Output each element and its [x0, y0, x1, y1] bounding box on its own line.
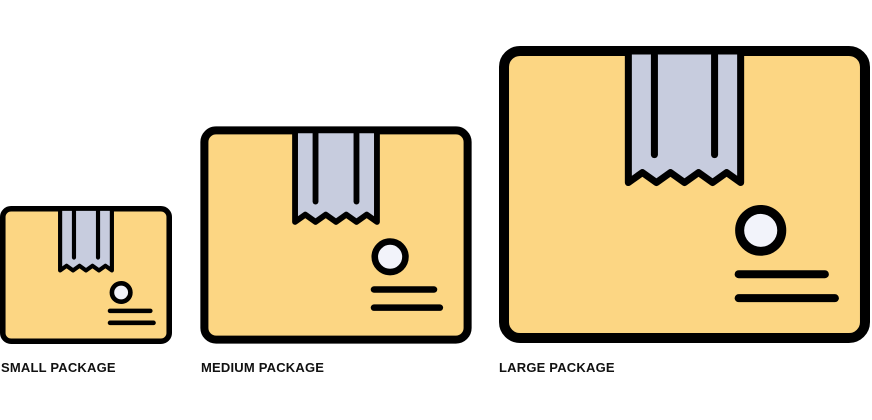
tape [292, 127, 380, 225]
medium-package-icon [200, 126, 472, 344]
tape [58, 206, 114, 273]
medium-package-label: MEDIUM PACKAGE [201, 360, 325, 375]
small-package-label: SMALL PACKAGE [1, 360, 116, 375]
label-circle [371, 238, 409, 276]
large-package-label: LARGE PACKAGE [499, 360, 615, 375]
label-circle [735, 204, 787, 256]
large-package-icon [499, 45, 870, 344]
label-circle [109, 280, 133, 304]
tape [624, 47, 745, 187]
small-package-icon [0, 206, 172, 344]
